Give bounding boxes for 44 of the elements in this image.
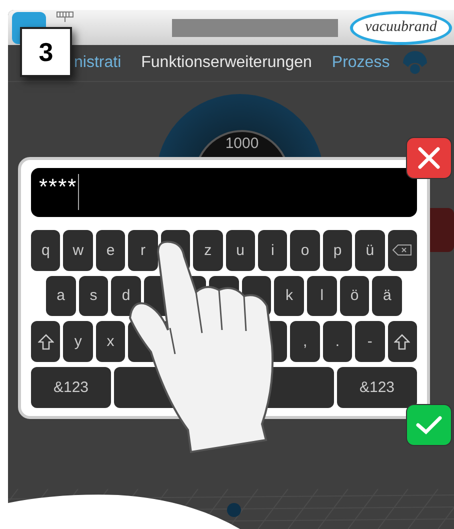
keyboard-key[interactable]: y [63, 321, 93, 362]
step-number-overlay: 3 [20, 27, 72, 77]
keyboard-key[interactable]: x [96, 321, 126, 362]
keyboard-key[interactable]: e [96, 230, 126, 271]
network-icon [56, 11, 74, 22]
checkmark-icon [416, 415, 442, 435]
keyboard-key[interactable]: &123 [337, 367, 417, 408]
keyboard-key[interactable]: q [31, 230, 60, 271]
shift-key[interactable] [31, 321, 60, 362]
shift-key[interactable] [388, 321, 418, 362]
tab[interactable]: nistrati [74, 54, 122, 72]
tab[interactable]: Prozess [332, 54, 390, 72]
keyboard-key[interactable]: , [290, 321, 320, 362]
keyboard-key[interactable]: ü [355, 230, 385, 271]
signal-icon [402, 51, 428, 75]
keyboard-key[interactable]: ä [372, 276, 402, 316]
keyboard-key[interactable]: u [226, 230, 255, 271]
shift-icon [38, 334, 54, 350]
close-button[interactable] [406, 137, 452, 179]
keyboard-key[interactable]: s [78, 276, 108, 316]
page-indicator-dot[interactable] [227, 503, 241, 517]
keyboard-key[interactable]: k [274, 276, 304, 316]
keyboard-key[interactable]: p [322, 230, 352, 271]
keyboard-key[interactable]: i [258, 230, 288, 271]
confirm-button[interactable] [406, 404, 452, 446]
keyboard-key[interactable]: l [307, 276, 337, 316]
shift-icon [394, 334, 410, 350]
keyboard-key[interactable]: ö [340, 276, 370, 316]
keyboard-key[interactable]: . [322, 321, 352, 362]
keyboard-key[interactable]: z [193, 230, 223, 271]
close-icon [418, 147, 440, 169]
tab[interactable]: Funktionserweiterungen [141, 54, 312, 72]
keyboard-key[interactable]: w [63, 230, 93, 271]
keyboard-key[interactable]: &123 [31, 367, 111, 408]
backspace-key[interactable] [388, 230, 418, 271]
backspace-icon [392, 244, 412, 256]
keyboard-key[interactable]: d [111, 276, 141, 316]
keyboard-key[interactable]: r [128, 230, 158, 271]
keyboard-key[interactable]: a [46, 276, 76, 316]
keyboard-key[interactable]: - [355, 321, 385, 362]
keyboard-key[interactable]: o [290, 230, 320, 271]
brand-logo: vacuubrand [350, 10, 452, 44]
gauge-value: 1000 [225, 135, 259, 154]
password-field[interactable]: **** [31, 168, 417, 217]
